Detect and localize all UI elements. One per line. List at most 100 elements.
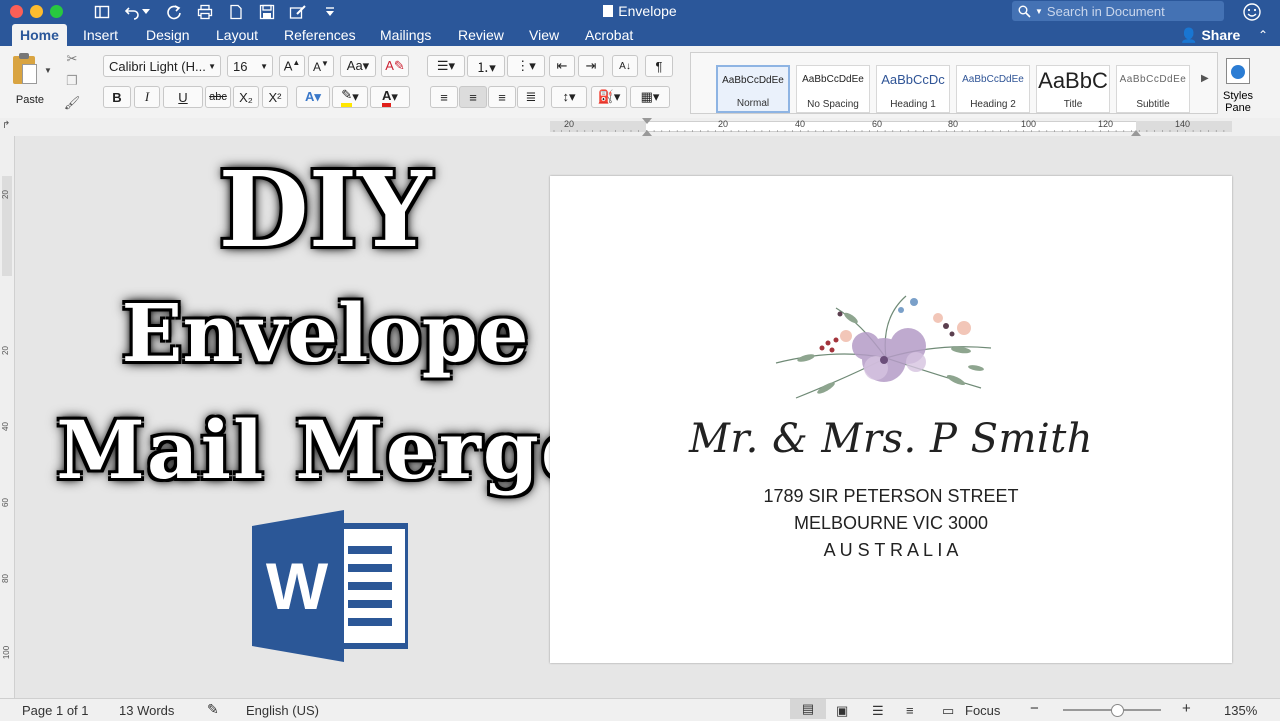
search-dropdown-icon[interactable]: ▼ xyxy=(1035,7,1043,16)
style-normal[interactable]: AaBbCcDdEe Normal xyxy=(716,65,790,113)
font-name-select[interactable]: Calibri Light (H... ▼ xyxy=(103,55,221,77)
status-bar: Page 1 of 1 13 Words ✎ English (US) ▤ ▣ … xyxy=(0,698,1280,721)
draft-view-icon[interactable]: ≡ xyxy=(906,703,914,718)
address-street: 1789 SIR PETERSON STREET xyxy=(763,486,1019,506)
page-count[interactable]: Page 1 of 1 xyxy=(22,703,89,718)
paste-button[interactable]: ▼ Paste xyxy=(8,52,52,112)
italic-button[interactable]: I xyxy=(134,86,160,108)
cut-icon[interactable]: ✂ xyxy=(62,50,82,68)
justify-button[interactable]: ≣ xyxy=(517,86,545,108)
align-right-icon: ≡ xyxy=(498,89,506,105)
bullet-list-icon: ☰▾ xyxy=(436,58,456,73)
paste-dropdown-icon[interactable]: ▼ xyxy=(44,66,52,75)
style-title[interactable]: AaBbC Title xyxy=(1036,65,1110,113)
borders-button[interactable]: ▦▾ xyxy=(630,86,670,108)
focus-icon[interactable]: ▭ xyxy=(942,703,954,719)
multilevel-list-icon: ⋮▾ xyxy=(516,58,536,73)
share-label: Share xyxy=(1201,27,1241,43)
style-no-spacing[interactable]: AaBbCcDdEe No Spacing xyxy=(796,65,870,113)
align-left-icon: ≡ xyxy=(440,89,448,105)
multilevel-list-button[interactable]: ⋮▾ xyxy=(507,55,545,77)
outline-view-icon[interactable]: ☰ xyxy=(872,703,884,719)
tab-references[interactable]: References xyxy=(276,24,364,46)
paste-label: Paste xyxy=(15,94,45,106)
zoom-slider-thumb[interactable] xyxy=(1111,704,1124,717)
align-right-button[interactable]: ≡ xyxy=(488,86,516,108)
style-label: Normal xyxy=(736,98,770,109)
show-formatting-button[interactable]: ¶ xyxy=(645,55,673,77)
styles-next-icon[interactable]: ▶ xyxy=(1201,73,1209,84)
tab-review[interactable]: Review xyxy=(450,24,512,46)
style-label: Subtitle xyxy=(1136,99,1170,110)
zoom-in-button[interactable]: + xyxy=(1182,700,1191,717)
grow-font-button[interactable]: A▲ xyxy=(279,55,305,77)
font-color-button[interactable]: A ▾ xyxy=(370,86,410,108)
ruler-label: 140 xyxy=(1175,119,1191,129)
ruler-ticks xyxy=(553,130,1225,132)
tab-acrobat[interactable]: Acrobat xyxy=(577,24,641,46)
strikethrough-button[interactable]: abc xyxy=(205,86,231,108)
line-spacing-button[interactable]: ↕▾ xyxy=(551,86,587,108)
tab-home[interactable]: Home xyxy=(12,24,67,46)
address-city: MELBOURNE VIC 3000 xyxy=(793,513,989,533)
style-preview: AaBbCcDdEe xyxy=(802,74,864,85)
clipboard-icon xyxy=(13,53,37,84)
web-layout-view-icon[interactable]: ▣ xyxy=(836,703,848,719)
change-case-button[interactable]: Aa▾ xyxy=(340,55,376,77)
highlight-button[interactable]: ✎ ▾ xyxy=(332,86,368,108)
bold-button[interactable]: B xyxy=(103,86,131,108)
superscript-button[interactable]: X² xyxy=(262,86,288,108)
style-label: No Spacing xyxy=(807,99,859,110)
account-icon[interactable] xyxy=(1240,2,1264,22)
search-input[interactable]: Search in Document xyxy=(1047,4,1165,19)
text-effects-icon: A▾ xyxy=(305,89,321,104)
numbering-button[interactable]: ⒈▾ xyxy=(467,55,505,77)
font-size-select[interactable]: 16 ▼ xyxy=(227,55,273,77)
zoom-slider[interactable] xyxy=(1063,704,1161,717)
focus-label[interactable]: Focus xyxy=(965,703,1000,718)
language[interactable]: English (US) xyxy=(246,703,319,718)
format-painter-icon[interactable]: 🖌 xyxy=(62,94,82,112)
proofing-icon[interactable]: ✎ xyxy=(207,701,219,718)
styles-pane-icon xyxy=(1226,58,1250,84)
styles-pane-button[interactable]: Styles Pane xyxy=(1220,54,1258,114)
justify-icon: ≣ xyxy=(525,89,537,104)
decrease-indent-button[interactable]: ⇤ xyxy=(549,55,575,77)
envelope-page[interactable]: Mr. & Mrs. P Smith 1789 SIR PETERSON STR… xyxy=(550,176,1232,663)
title-bar: Envelope ▼ Search in Document xyxy=(0,0,1280,24)
tab-design[interactable]: Design xyxy=(138,24,198,46)
underline-button[interactable]: U xyxy=(163,86,203,108)
align-left-button[interactable]: ≡ xyxy=(430,86,458,108)
address-country: A U S T R A L I A xyxy=(823,540,959,560)
pilcrow-icon: ¶ xyxy=(655,58,663,74)
tab-insert[interactable]: Insert xyxy=(75,24,126,46)
style-subtitle[interactable]: AaBbCcDdEe Subtitle xyxy=(1116,65,1190,113)
style-heading-1[interactable]: AaBbCcDc Heading 1 xyxy=(876,65,950,113)
tab-mailings[interactable]: Mailings xyxy=(372,24,439,46)
borders-icon: ▦▾ xyxy=(640,89,660,104)
shading-button[interactable]: ⛽▾ xyxy=(591,86,627,108)
increase-indent-icon: ⇥ xyxy=(585,58,597,73)
sort-button[interactable]: A↓ xyxy=(612,55,638,77)
zoom-out-button[interactable]: − xyxy=(1030,700,1039,717)
bullets-button[interactable]: ☰▾ xyxy=(427,55,465,77)
sort-icon: A↓ xyxy=(619,60,631,72)
subscript-button[interactable]: X₂ xyxy=(233,86,259,108)
tab-layout[interactable]: Layout xyxy=(208,24,266,46)
increase-indent-button[interactable]: ⇥ xyxy=(578,55,604,77)
shrink-font-button[interactable]: A▼ xyxy=(308,55,334,77)
share-button[interactable]: 👤 Share xyxy=(1180,24,1240,46)
tab-view[interactable]: View xyxy=(521,24,567,46)
zoom-level[interactable]: 135% xyxy=(1224,703,1257,718)
collapse-ribbon-icon[interactable]: ⌃ xyxy=(1258,28,1268,42)
align-center-button[interactable]: ≡ xyxy=(459,86,487,108)
print-layout-view-icon[interactable]: ▤ xyxy=(790,699,826,719)
search-document[interactable]: ▼ Search in Document xyxy=(1012,1,1224,21)
horizontal-ruler[interactable]: ↱ 20 20 40 60 80 100 120 140 xyxy=(0,118,1280,137)
first-line-indent-marker[interactable] xyxy=(642,118,652,124)
clear-formatting-button[interactable]: A✎ xyxy=(381,55,409,77)
copy-icon[interactable]: ❐ xyxy=(62,72,82,90)
style-heading-2[interactable]: AaBbCcDdEe Heading 2 xyxy=(956,65,1030,113)
word-count[interactable]: 13 Words xyxy=(119,703,174,718)
text-effects-button[interactable]: A▾ xyxy=(296,86,330,108)
